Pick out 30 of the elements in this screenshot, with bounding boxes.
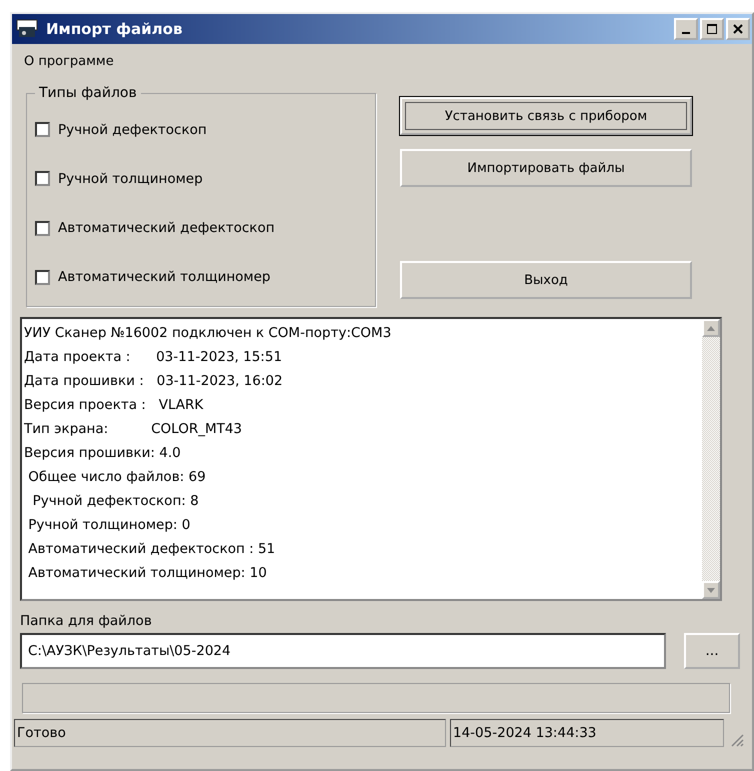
- scroll-up-icon[interactable]: [702, 319, 720, 337]
- group-title: Типы файлов: [38, 85, 138, 101]
- checkbox-label: Ручной дефектоскоп: [58, 122, 207, 138]
- folder-label: Папка для файлов: [19, 612, 153, 631]
- action-button[interactable]: Установить связь с прибором: [400, 97, 692, 135]
- minimize-button[interactable]: [674, 18, 698, 40]
- folder-field[interactable]: C:\АУЗК\Результаты\05-2024: [20, 633, 666, 669]
- menu-item[interactable]: О программе: [24, 54, 114, 69]
- app-icon: [16, 19, 38, 39]
- checkbox[interactable]: [35, 122, 50, 138]
- browse-button[interactable]: ...: [684, 633, 740, 669]
- status-text: Готово: [14, 719, 446, 747]
- maximize-icon: [706, 23, 718, 35]
- close-button[interactable]: [726, 18, 750, 40]
- checkbox[interactable]: [35, 220, 50, 236]
- window-title: Импорт файлов: [46, 20, 184, 38]
- checkbox[interactable]: [35, 171, 50, 186]
- log-text: УИУ Сканер №16002 подключен к COM-порту:COM3 Дата проекта : 03-11-2023, 15:51 Дата прошивки : 03-11-2023, 16:02 Версия проекта : VLARK Тип экрана: COLOR_MT43 Версия прошивки: 4.0 Общее число файлов: 69 Ручной дефектоскоп: 8 Ручной толщиномер: 0 Автоматический дефектоскоп : 51 Автоматический толщиномер: 10: [23, 324, 392, 583]
- status-time: 14-05-2024 13:44:33: [450, 719, 724, 747]
- scrollbar[interactable]: [702, 319, 720, 599]
- checkbox-label: Автоматический толщиномер: [58, 269, 270, 286]
- scroll-down-icon[interactable]: [702, 581, 720, 599]
- checkbox-label: Автоматический дефектоскоп: [58, 220, 275, 236]
- action-button[interactable]: Выход: [400, 261, 692, 299]
- checkbox-label: Ручной толщиномер: [58, 170, 203, 187]
- checkbox[interactable]: [35, 270, 50, 285]
- minimize-icon: [682, 32, 690, 34]
- action-button[interactable]: Импортировать файлы: [400, 149, 692, 187]
- close-icon: [732, 23, 744, 35]
- maximize-button[interactable]: [700, 18, 724, 40]
